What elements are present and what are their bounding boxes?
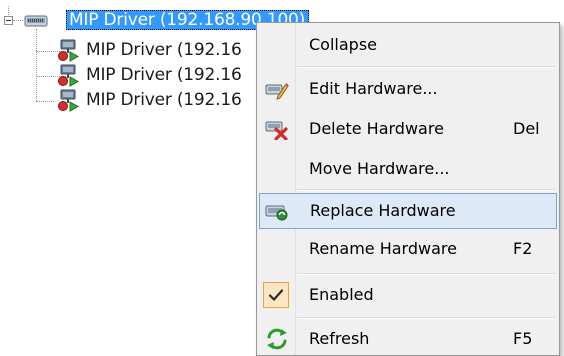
tree-node-child[interactable]: MIP Driver (192.16 [86, 40, 242, 60]
menu-item-shortcut: F5 [513, 329, 533, 348]
tree-node-label: MIP Driver (192.16 [86, 65, 242, 85]
tree-node-label: MIP Driver (192.16 [86, 90, 242, 110]
hardware-camera-icon [58, 64, 80, 87]
menu-item-delete-hardware[interactable]: Delete Hardware Del [259, 111, 557, 147]
driver-device-icon [24, 15, 48, 27]
menu-separator [297, 189, 555, 191]
menu-item-label: Move Hardware... [309, 159, 450, 178]
menu-item-label: Edit Hardware... [309, 79, 438, 98]
menu-item-edit-hardware[interactable]: Edit Hardware... [259, 71, 557, 107]
menu-separator [297, 66, 555, 68]
menu-item-shortcut: F2 [513, 239, 533, 258]
tree-node-child[interactable]: MIP Driver (192.16 [86, 65, 242, 85]
collapse-toggle[interactable] [4, 16, 13, 25]
menu-item-replace-hardware[interactable]: Replace Hardware [259, 193, 557, 229]
tree-connector [8, 6, 9, 15]
replace-hardware-icon [265, 205, 288, 221]
menu-item-label: Collapse [309, 35, 377, 54]
menu-separator [297, 273, 555, 275]
menu-item-label: Enabled [309, 285, 374, 304]
delete-hardware-icon [265, 121, 288, 140]
menu-item-label: Delete Hardware [309, 119, 444, 138]
menu-item-label: Replace Hardware [310, 201, 456, 220]
refresh-icon [267, 328, 287, 350]
checkmark-icon [268, 289, 284, 301]
hardware-camera-icon [58, 39, 80, 62]
menu-item-label: Rename Hardware [309, 239, 457, 258]
menu-separator [297, 317, 555, 319]
menu-item-shortcut: Del [513, 119, 540, 138]
menu-item-rename-hardware[interactable]: Rename Hardware F2 [259, 231, 557, 267]
edit-hardware-icon [265, 83, 289, 100]
screenshot-stage: MIP Driver (192.168.90.100) MIP Driver (… [0, 0, 564, 356]
tree-connector [13, 20, 23, 21]
menu-item-label: Refresh [309, 329, 370, 348]
menu-item-enabled[interactable]: Enabled [259, 277, 557, 313]
hardware-camera-icon [58, 89, 80, 112]
tree-node-label: MIP Driver (192.16 [86, 40, 242, 60]
tree-node-child[interactable]: MIP Driver (192.16 [86, 90, 242, 110]
menu-item-refresh[interactable]: Refresh F5 [259, 321, 557, 356]
tree-connector [36, 101, 54, 102]
tree-connector [36, 29, 37, 101]
menu-item-move-hardware[interactable]: Move Hardware... [259, 151, 557, 187]
menu-item-collapse[interactable]: Collapse [259, 27, 557, 63]
checked-indicator [263, 282, 289, 308]
context-menu: Collapse Edit Hardware... Delete Hardwar… [256, 22, 560, 356]
